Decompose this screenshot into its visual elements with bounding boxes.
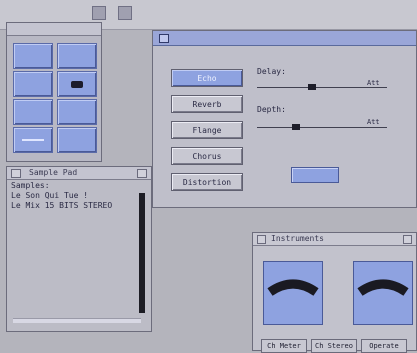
- palette-tile-7[interactable]: [13, 127, 53, 153]
- instruments-title-bar[interactable]: Instruments: [253, 233, 416, 246]
- delay-label: Delay:: [257, 67, 286, 76]
- effects-title-bar[interactable]: [153, 31, 416, 46]
- operate-label: Operate: [369, 342, 399, 350]
- speaker-icon: [71, 81, 83, 88]
- ch-meter-label: Ch Meter: [267, 342, 301, 350]
- vertical-scrollbar[interactable]: [139, 193, 145, 313]
- palette-tile-8[interactable]: [57, 127, 97, 153]
- sample-list-header: Samples:: [11, 181, 50, 190]
- depth-gadget-icon[interactable]: [92, 6, 106, 20]
- depth-label: Depth:: [257, 105, 286, 114]
- distortion-button[interactable]: Distortion: [171, 173, 243, 191]
- depth-slider-track[interactable]: [257, 127, 387, 128]
- palette-tile-2[interactable]: [57, 43, 97, 69]
- instruments-window: Instruments Ch Meter Ch Stereo Operate: [252, 232, 417, 353]
- fx-button-label: Distortion: [182, 177, 232, 187]
- depth-slider-knob[interactable]: [292, 124, 300, 130]
- fx-button-label: Chorus: [192, 151, 222, 161]
- palette-tile-3[interactable]: [13, 71, 53, 97]
- chorus-button[interactable]: Chorus: [171, 147, 243, 165]
- tool-palette-window: [6, 22, 102, 162]
- echo-button[interactable]: Echo: [171, 69, 243, 87]
- apply-effect-button[interactable]: [291, 167, 339, 183]
- left-meter-panel: [263, 261, 323, 325]
- depth-gadget-icon[interactable]: [403, 235, 412, 244]
- list-item[interactable]: Le Mix 15 BITS STEREO: [11, 201, 139, 211]
- sample-list: Samples: Le Son Qui Tue ! Le Mix 15 BITS…: [11, 181, 139, 211]
- fx-button-label: Reverb: [192, 99, 222, 109]
- palette-tile-4[interactable]: [57, 71, 97, 97]
- delay-slider-track[interactable]: [257, 87, 387, 88]
- meter-arc-icon: [357, 279, 409, 296]
- waveform-bar-icon: [22, 139, 44, 141]
- zoom-gadget-icon[interactable]: [118, 6, 132, 20]
- palette-tile-1[interactable]: [13, 43, 53, 69]
- instruments-title: Instruments: [271, 234, 324, 243]
- close-gadget-icon[interactable]: [257, 235, 266, 244]
- flange-button[interactable]: Flange: [171, 121, 243, 139]
- close-gadget-icon[interactable]: [11, 169, 21, 178]
- right-meter-panel: [353, 261, 413, 325]
- fx-button-label: Flange: [192, 125, 222, 135]
- effects-window: Echo Reverb Flange Chorus Distortion Del…: [152, 30, 417, 208]
- palette-tile-5[interactable]: [13, 99, 53, 125]
- sample-pad-title-bar[interactable]: Sample Pad: [7, 167, 151, 180]
- horizontal-scrollbar[interactable]: [13, 318, 141, 323]
- palette-tile-6[interactable]: [57, 99, 97, 125]
- depth-gadget-icon[interactable]: [137, 169, 147, 178]
- sample-pad-window: Sample Pad Samples: Le Son Qui Tue ! Le …: [6, 166, 152, 332]
- delay-slider-knob[interactable]: [307, 84, 316, 90]
- meter-arc-icon: [267, 279, 319, 296]
- palette-title-bar[interactable]: [7, 23, 101, 36]
- fx-button-label: Echo: [197, 73, 217, 83]
- depth-end-label: Att: [367, 118, 380, 126]
- list-item[interactable]: Le Son Qui Tue !: [11, 191, 139, 201]
- sample-pad-title: Sample Pad: [29, 168, 78, 177]
- ch-stereo-label: Ch Stereo: [315, 342, 353, 350]
- reverb-button[interactable]: Reverb: [171, 95, 243, 113]
- delay-end-label: Att: [367, 79, 380, 87]
- close-gadget-icon[interactable]: [159, 34, 169, 43]
